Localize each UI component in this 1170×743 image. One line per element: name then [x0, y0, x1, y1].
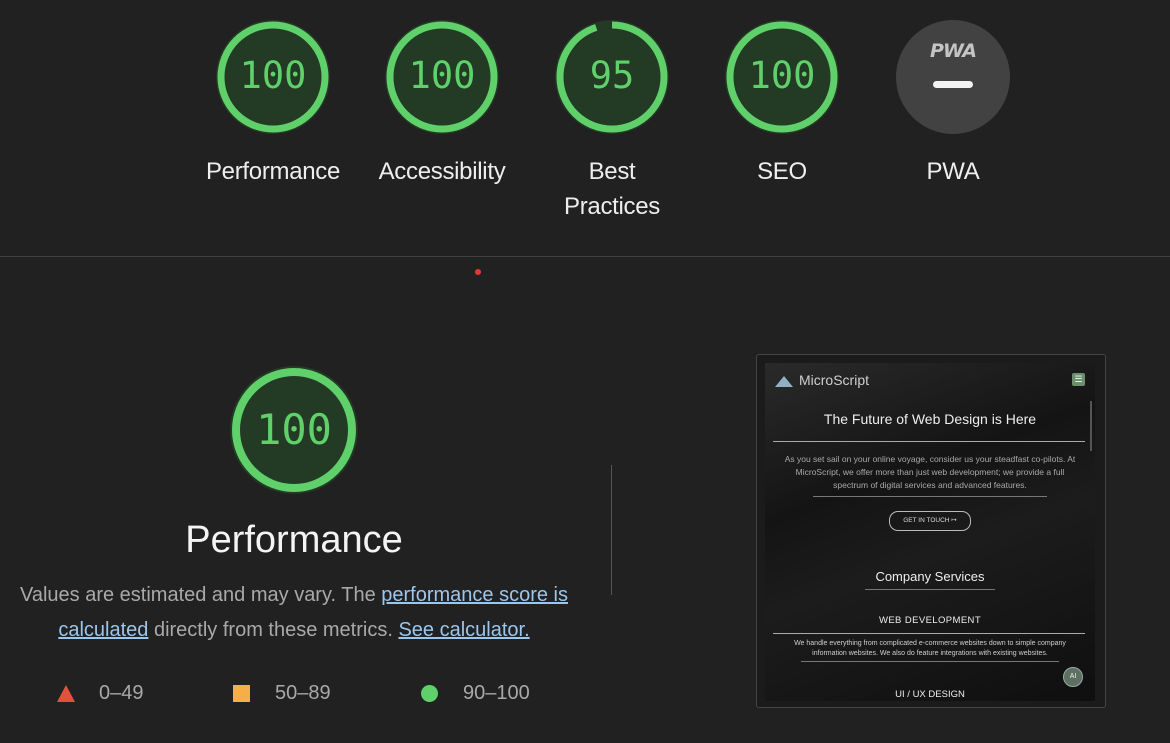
gauge-ring: 100: [216, 20, 330, 134]
divider: [801, 661, 1059, 662]
gauge-ring: 95: [555, 20, 669, 134]
category-gauges: 100 Performance 100 Accessibility 95 Bes…: [0, 0, 1170, 256]
gauge-score: 100: [408, 54, 476, 97]
gauge-label-line: Practices: [564, 193, 660, 220]
divider: [865, 589, 995, 590]
logo-icon: [775, 376, 793, 387]
see-calculator-link[interactable]: See calculator.: [398, 619, 529, 641]
hamburger-menu-icon: ☰: [1072, 373, 1085, 386]
screenshot-page: MicroScript ☰ The Future of Web Design i…: [765, 363, 1095, 701]
gauge-score: 100: [748, 54, 816, 97]
performance-score: 100: [256, 405, 332, 454]
description-text: directly from these metrics.: [148, 619, 399, 641]
divider: [813, 496, 1047, 497]
gauge-label: Best Practices: [527, 154, 697, 224]
site-logo-text: MicroScript: [799, 372, 870, 388]
gauge-best-practices[interactable]: 95 Best Practices: [527, 20, 697, 224]
hero-text: As you set sail on your online voyage, c…: [784, 454, 1076, 490]
gauge-ring: 100: [385, 20, 499, 134]
gauge-ring: 100: [725, 20, 839, 134]
performance-title: Performance: [185, 519, 403, 561]
gauge-performance[interactable]: 100 Performance: [188, 20, 358, 189]
get-in-touch-button: GET IN TOUCH ↦: [889, 511, 971, 531]
gauge-label: Performance: [205, 158, 341, 185]
divider: [773, 633, 1085, 634]
ai-chat-icon: AI: [1063, 667, 1083, 687]
gauge-label: Accessibility: [378, 158, 506, 185]
divider: [773, 441, 1085, 442]
legend-range: 90–100: [463, 682, 530, 704]
gauge-accessibility[interactable]: 100 Accessibility: [357, 20, 527, 189]
services-title: Company Services: [875, 569, 985, 584]
performance-description: Values are estimated and may vary. The p…: [0, 578, 588, 648]
gauge-label: SEO: [757, 158, 807, 185]
gauge-pwa[interactable]: PWA PWA: [868, 20, 1038, 189]
legend-range: 50–89: [275, 682, 331, 704]
uiux-title: UI / UX DESIGN: [895, 689, 965, 700]
legend-range: 0–49: [99, 682, 144, 704]
gauge-score: 100: [239, 54, 307, 97]
web-development-title: WEB DEVELOPMENT: [878, 615, 982, 626]
web-development-text: We handle everything from complicated e-…: [794, 640, 1066, 657]
red-dot-icon: [475, 269, 481, 275]
gauge-label: PWA: [926, 158, 980, 185]
gauge-ring: PWA: [896, 20, 1010, 134]
performance-big-gauge: 100: [230, 366, 358, 494]
vertical-separator: [611, 465, 612, 595]
description-text: Values are estimated and may vary. The: [19, 584, 382, 606]
section-divider: [0, 256, 1170, 257]
pwa-icon: PWA: [930, 40, 977, 62]
pwa-dash-icon: [933, 81, 973, 88]
gauge-score: 95: [589, 54, 635, 97]
gauge-seo[interactable]: 100 SEO: [697, 20, 867, 189]
triangle-icon: [57, 685, 75, 702]
final-screenshot[interactable]: MicroScript ☰ The Future of Web Design i…: [756, 354, 1106, 708]
square-icon: [233, 685, 250, 702]
circle-icon: [421, 685, 438, 702]
hero-title: The Future of Web Design is Here: [823, 411, 1037, 427]
score-legend: 0–49 50–89 90–100: [0, 677, 590, 709]
gauge-label-line: Best: [588, 158, 636, 185]
